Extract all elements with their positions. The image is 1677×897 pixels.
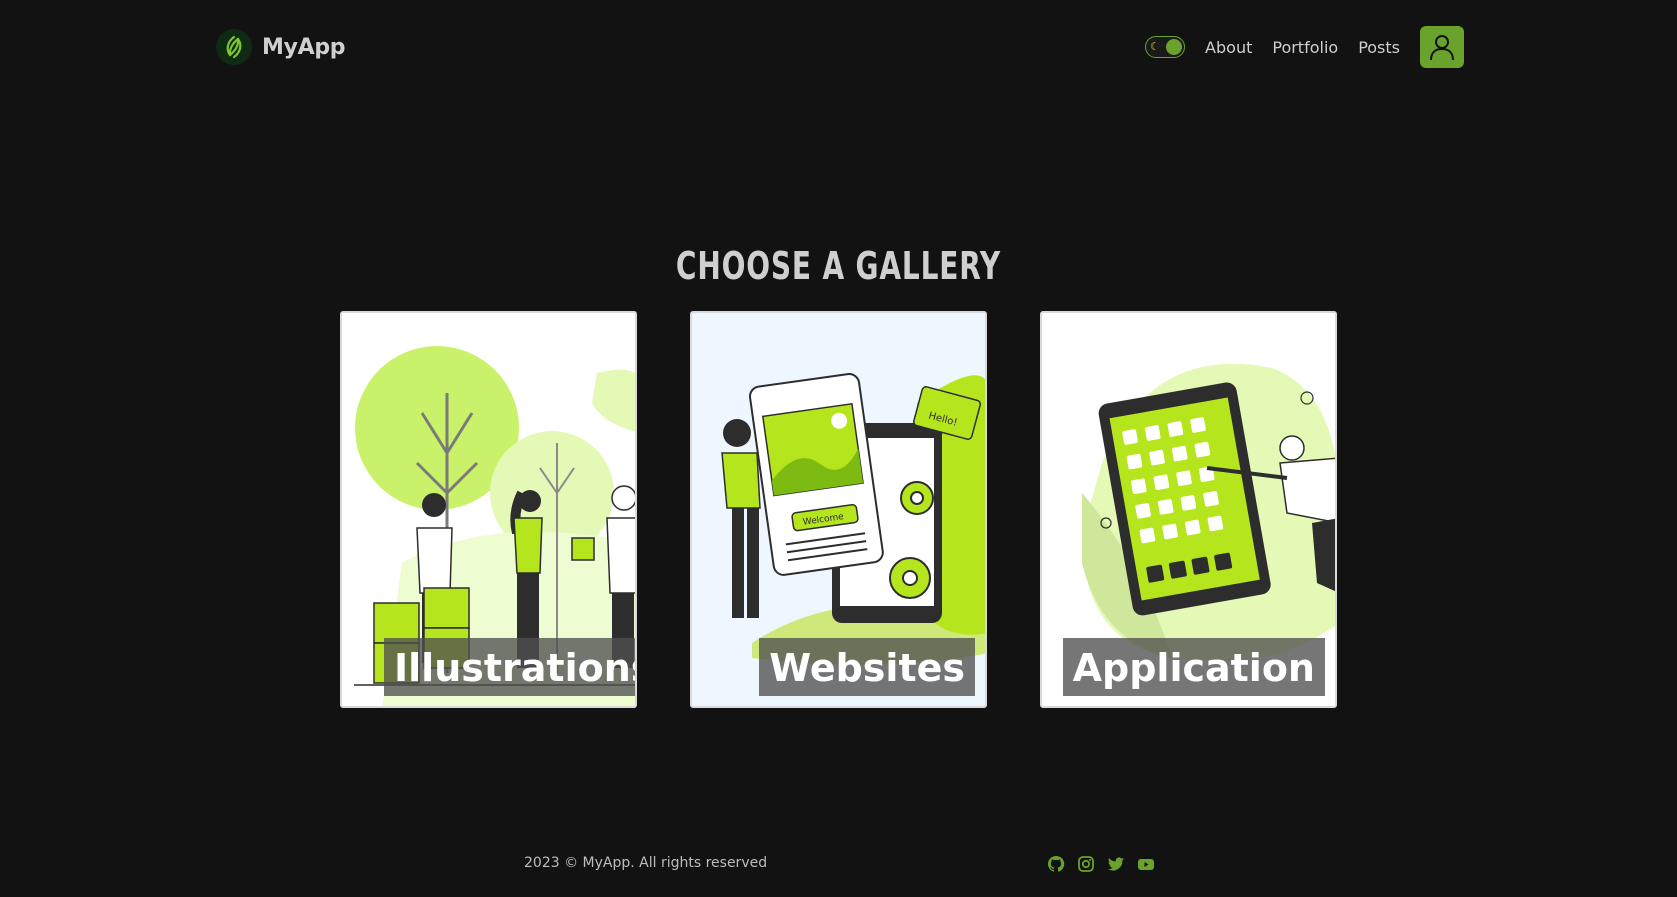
card-label-illustrations: Illustrations [384,638,635,696]
user-icon [1430,35,1454,61]
page-title: CHOOSE A GALLERY [675,244,1002,288]
gallery-card-illustrations[interactable]: Illustrations [340,311,637,708]
social-links [1046,854,1166,874]
github-icon[interactable] [1046,854,1066,874]
header: MyApp ☾ About Portfolio Posts [0,0,1677,96]
main-nav: ☾ About Portfolio Posts [1145,26,1464,68]
nav-posts-link[interactable]: Posts [1358,38,1400,57]
leaf-logo-icon [216,29,252,65]
nav-portfolio-link[interactable]: Portfolio [1272,38,1338,57]
brand-name: MyApp [262,34,346,60]
youtube-icon[interactable] [1136,854,1156,874]
user-account-button[interactable] [1420,26,1464,68]
toggle-knob [1166,39,1183,55]
gallery-card-application[interactable]: Application [1040,311,1337,708]
nav-about-link[interactable]: About [1205,38,1252,57]
instagram-icon[interactable] [1076,854,1096,874]
footer-copyright: 2023 © MyApp. All rights reserved [524,855,768,871]
card-label-websites: Websites [759,638,975,696]
theme-toggle[interactable]: ☾ [1145,36,1186,58]
gallery-card-websites[interactable]: Hello! Welcome Websites [690,311,987,708]
twitter-icon[interactable] [1106,854,1126,874]
card-label-application: Application [1062,638,1325,696]
brand[interactable]: MyApp [216,29,346,65]
moon-icon: ☾ [1150,40,1160,53]
